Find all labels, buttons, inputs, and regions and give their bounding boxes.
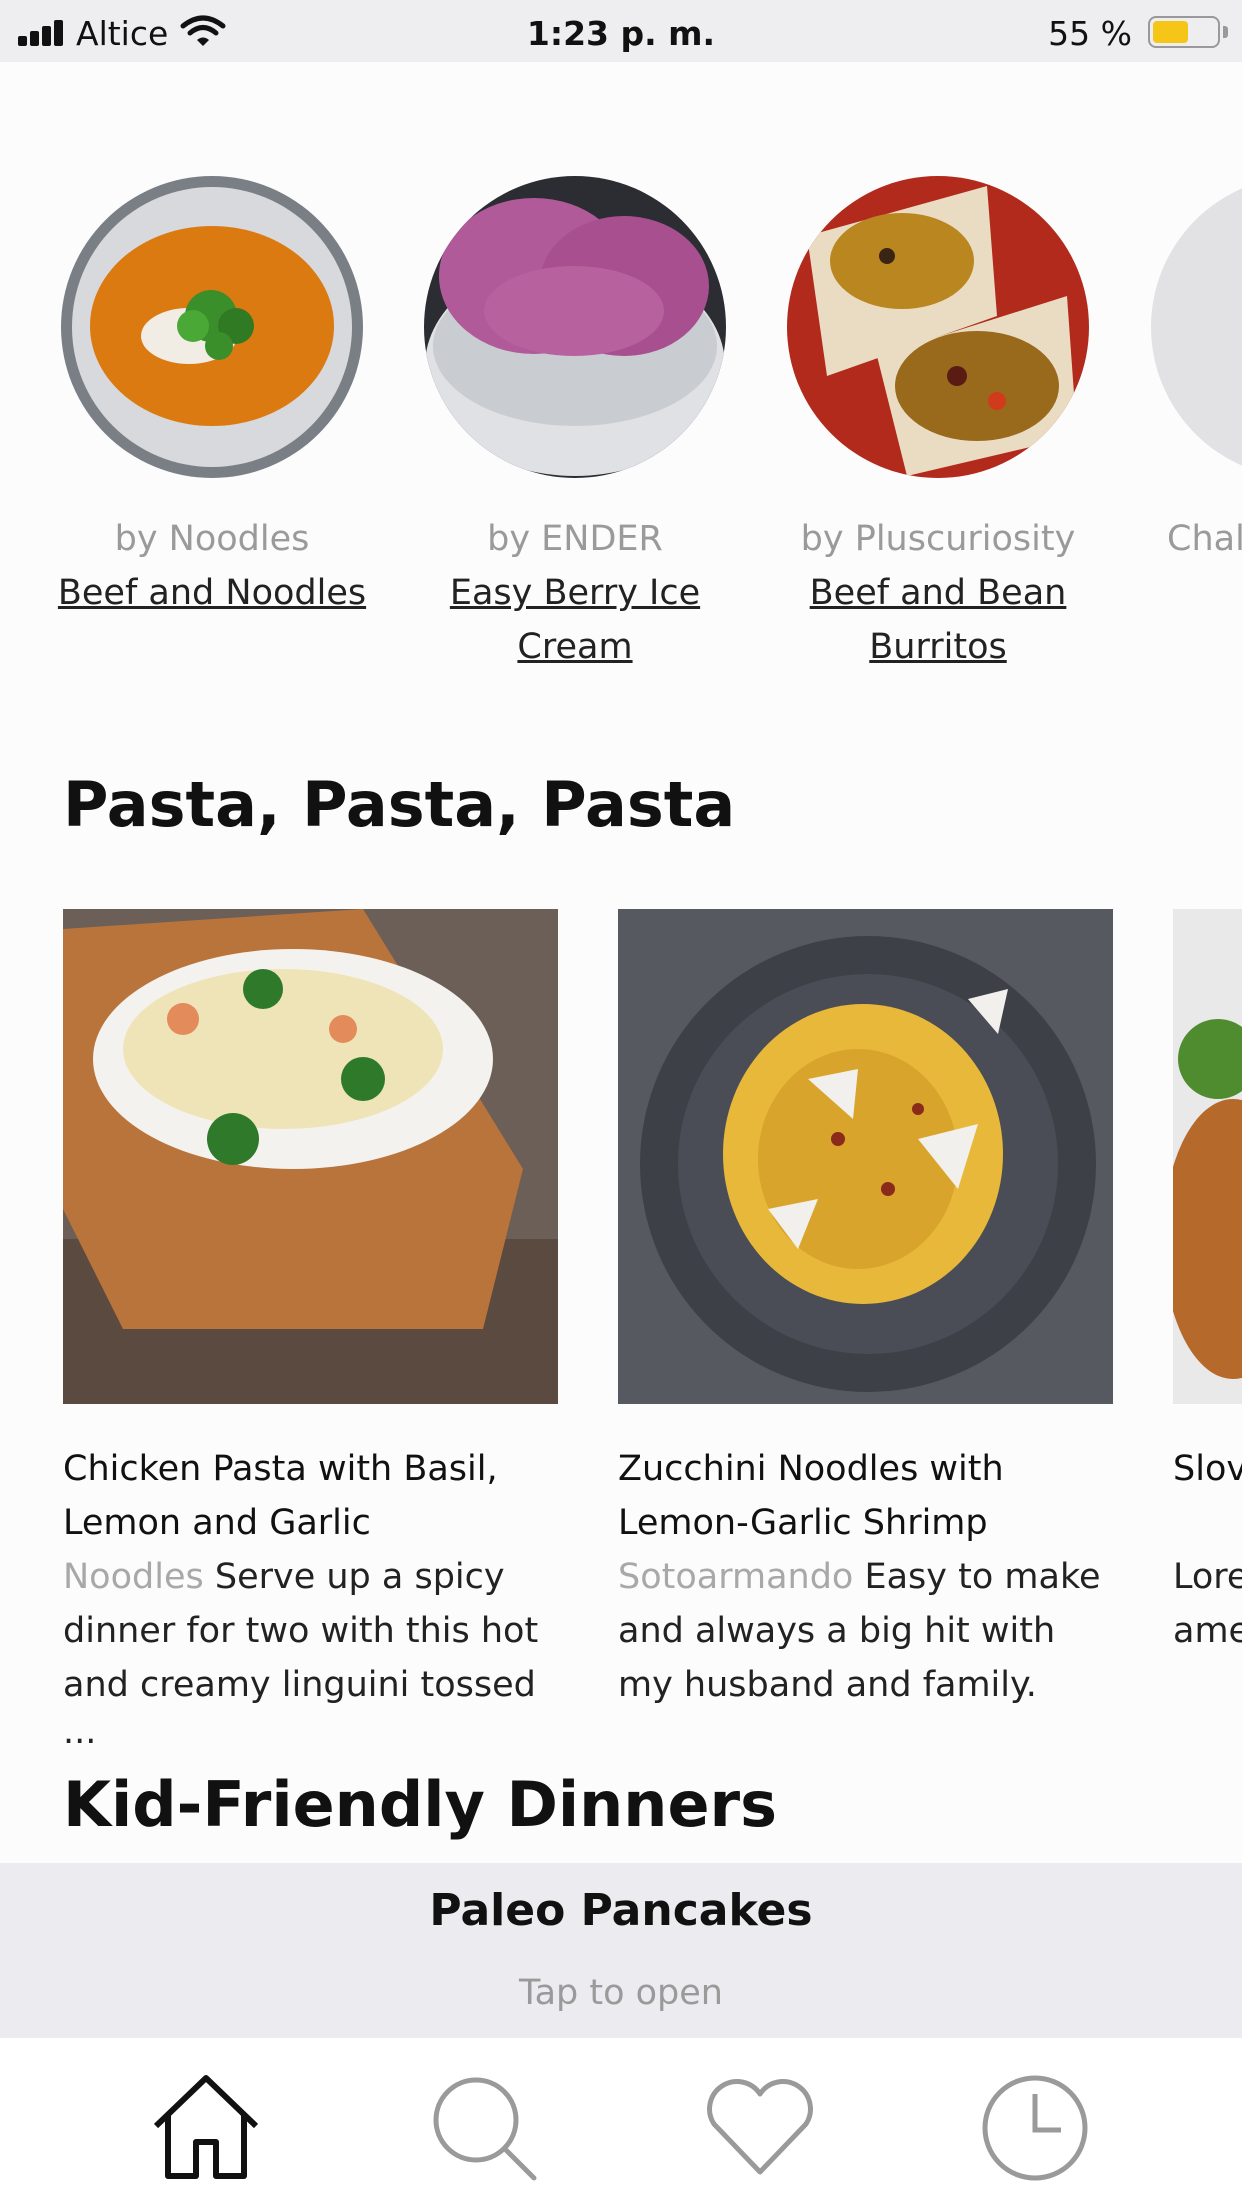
recipe-description-ellipsis: ... (63, 1712, 97, 1752)
recipe-source[interactable]: Sotoarmando (618, 1557, 853, 1597)
home-icon[interactable] (146, 2068, 266, 2188)
featured-title-link[interactable]: Easy Berry Ice Cream (415, 566, 735, 674)
featured-card[interactable]: by Noodles Beef and Noodles (52, 176, 372, 620)
recipe-image-chicken-pasta[interactable] (63, 909, 558, 1404)
featured-author: by Pluscuriosity (800, 519, 1076, 559)
recipe-description: Noodles Serve up a spicy dinner for two … (63, 1550, 558, 1712)
section-title-pasta: Pasta, Pasta, Pasta (63, 768, 736, 841)
section-title-kid-friendly: Kid-Friendly Dinners (63, 1768, 777, 1841)
recipe-title[interactable]: Chicken Pasta with Basil, Lemon and Garl… (63, 1442, 558, 1550)
recipe-title[interactable]: Slov (1173, 1442, 1242, 1496)
recipe-image-partial[interactable] (1173, 909, 1242, 1404)
featured-carousel[interactable]: by Noodles Beef and Noodles by ENDER Eas… (0, 0, 1242, 700)
clock-icon[interactable] (975, 2068, 1095, 2188)
recipe-image-soup[interactable] (61, 176, 363, 478)
featured-card[interactable]: by ENDER Easy Berry Ice Cream (415, 176, 735, 674)
now-viewing-bar[interactable]: Paleo Pancakes Tap to open (0, 1863, 1242, 2038)
featured-card[interactable]: by Pluscuriosity Beef and Bean Burritos (778, 176, 1098, 674)
recipe-image-placeholder[interactable] (1141, 176, 1242, 478)
tap-to-open-hint: Tap to open (519, 1973, 723, 2013)
featured-card[interactable]: Chal (1141, 176, 1242, 566)
tab-bar (0, 2038, 1242, 2208)
recipe-image-burritos[interactable] (787, 176, 1089, 478)
recipe-description-text: Lore ame (1173, 1557, 1242, 1651)
recipe-card[interactable]: Zucchini Noodles with Lemon-Garlic Shrim… (618, 909, 1113, 1712)
recipe-source[interactable]: Noodles (63, 1557, 204, 1597)
recipe-description: Sotoarmando Easy to make and always a bi… (618, 1550, 1113, 1712)
search-icon[interactable] (424, 2068, 544, 2188)
recipe-image-ice-cream[interactable] (424, 176, 726, 478)
featured-author: by ENDER (487, 519, 663, 559)
featured-title-link[interactable]: Beef and Bean Burritos (778, 566, 1098, 674)
featured-title-link[interactable]: Beef and Noodles (52, 566, 372, 620)
recipe-image-zucchini-noodles[interactable] (618, 909, 1113, 1404)
featured-author: Chal (1167, 519, 1242, 559)
featured-author: by Noodles (114, 519, 310, 559)
now-viewing-title[interactable]: Paleo Pancakes (0, 1885, 1242, 1936)
recipe-title[interactable]: Zucchini Noodles with Lemon-Garlic Shrim… (618, 1442, 1113, 1550)
recipe-card[interactable]: Slov Lore ame (1173, 909, 1242, 1658)
heart-icon[interactable] (700, 2068, 820, 2188)
recipe-card[interactable]: Chicken Pasta with Basil, Lemon and Garl… (63, 909, 558, 1752)
